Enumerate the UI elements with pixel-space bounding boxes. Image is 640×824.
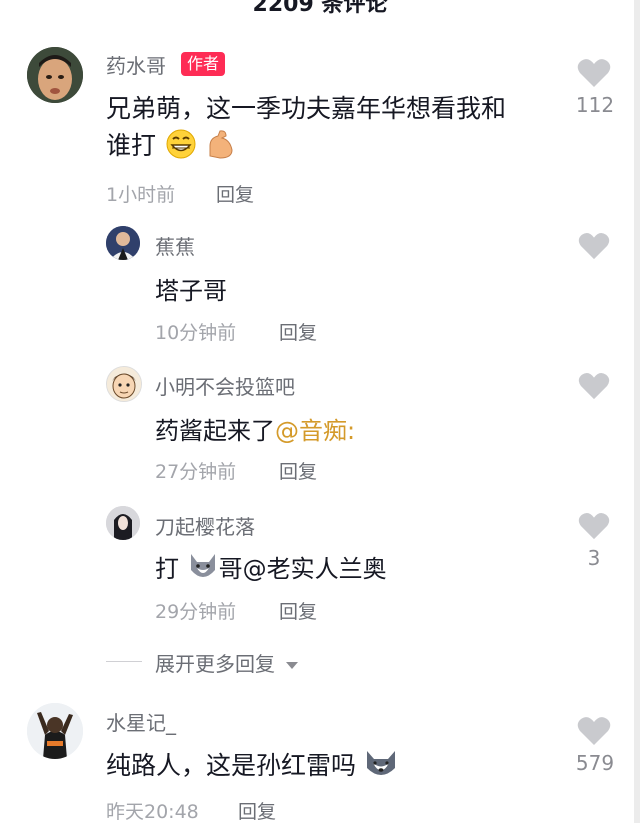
comment-text: 塔子哥 bbox=[155, 277, 227, 305]
heart-icon[interactable] bbox=[578, 512, 610, 540]
heart-icon[interactable] bbox=[577, 58, 611, 88]
like-count: 3 bbox=[587, 546, 601, 570]
username[interactable]: 蕉蕉 bbox=[155, 231, 195, 260]
username[interactable]: 药水哥 bbox=[106, 50, 166, 79]
comment-text: 兄弟萌，这一季功夫嘉年华想看我和 bbox=[106, 94, 507, 123]
avatar[interactable] bbox=[106, 366, 142, 402]
reply-button[interactable]: 回复 bbox=[216, 180, 254, 207]
author-badge: 作者 bbox=[181, 52, 226, 76]
comment-text: 药酱起来了 bbox=[155, 417, 275, 445]
like-count: 112 bbox=[575, 93, 615, 117]
heart-icon[interactable] bbox=[578, 232, 610, 260]
comment-count-title: 2209 条评论 bbox=[252, 0, 388, 14]
avatar[interactable] bbox=[27, 703, 83, 759]
divider bbox=[106, 661, 142, 662]
expand-replies-button[interactable]: 展开更多回复 bbox=[155, 648, 299, 677]
comments-header: 2209 条评论 bbox=[0, 0, 640, 14]
comment-time: 昨天20:48 bbox=[106, 801, 199, 823]
like-count: 579 bbox=[575, 751, 615, 775]
comment-text-part: 谁打 bbox=[106, 131, 157, 160]
avatar[interactable] bbox=[106, 226, 140, 260]
chevron-down-icon bbox=[286, 661, 299, 669]
heart-icon[interactable] bbox=[578, 372, 610, 400]
comment-text-part: 打 bbox=[155, 555, 179, 583]
comment-text-line: 药酱起来了@音痴: bbox=[155, 411, 355, 446]
comment-text: 纯路人，这是孙红雷吗 bbox=[106, 751, 357, 780]
username[interactable]: 水星记_ bbox=[106, 707, 176, 736]
comment-text-line: 纯路人，这是孙红雷吗 bbox=[106, 746, 398, 786]
comment-time: 29分钟前 bbox=[155, 601, 237, 623]
grin-emoji-icon bbox=[164, 128, 198, 166]
reply-button[interactable]: 回复 bbox=[279, 457, 317, 484]
husky-emoji-icon bbox=[364, 748, 398, 786]
wolf-emoji-icon bbox=[187, 552, 219, 588]
reply-button[interactable]: 回复 bbox=[238, 797, 276, 824]
comment-time: 27分钟前 bbox=[155, 461, 237, 483]
close-icon[interactable] bbox=[576, 0, 606, 14]
avatar[interactable] bbox=[27, 47, 83, 103]
comment-text-line: 打 哥@老实人兰奥 bbox=[155, 549, 387, 588]
comment-text-line2: 谁打 bbox=[106, 126, 236, 166]
scrollbar-track[interactable] bbox=[634, 0, 640, 823]
expand-label: 展开更多回复 bbox=[155, 652, 275, 676]
heart-icon[interactable] bbox=[577, 716, 611, 746]
username[interactable]: 小明不会投篮吧 bbox=[155, 371, 295, 400]
comment-time: 10分钟前 bbox=[155, 322, 237, 344]
reply-button[interactable]: 回复 bbox=[279, 318, 317, 345]
reply-button[interactable]: 回复 bbox=[279, 597, 317, 624]
mention-link[interactable]: @音痴: bbox=[275, 417, 355, 445]
username[interactable]: 刀起樱花落 bbox=[155, 511, 255, 540]
muscle-emoji-icon bbox=[206, 128, 236, 166]
comment-time: 1小时前 bbox=[106, 184, 176, 206]
avatar[interactable] bbox=[106, 506, 140, 540]
comment-text-part: 哥@老实人兰奥 bbox=[218, 555, 387, 583]
